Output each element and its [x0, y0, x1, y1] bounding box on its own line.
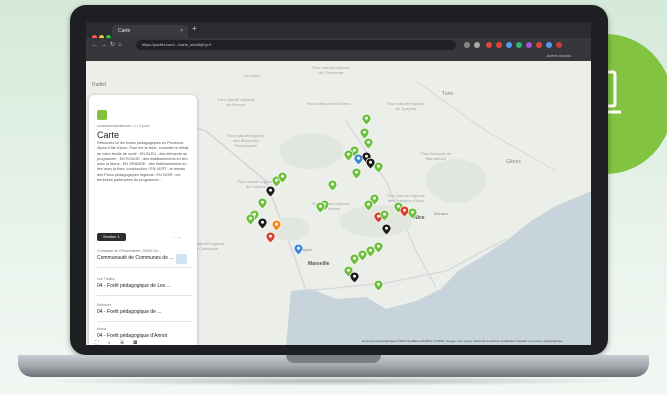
bookmarks-bar: Autres favoris — [86, 52, 591, 61]
map-label-prealpes: Parc naturel régional des Préalpes d'Azu… — [387, 193, 425, 203]
map-pin-icon[interactable] — [352, 168, 361, 179]
map-pin-icon[interactable] — [246, 214, 255, 225]
map-pin-icon[interactable] — [362, 114, 371, 125]
app-name: Padlet — [92, 82, 107, 88]
list-divider — [97, 295, 192, 296]
map-pin-icon[interactable] — [266, 232, 275, 243]
list-item-location: Selonnet — [97, 303, 111, 307]
map-pin-icon[interactable] — [374, 242, 383, 253]
map-pin-icon[interactable] — [258, 198, 267, 209]
browser-tab[interactable]: Carte × — [112, 25, 188, 38]
extension-icon[interactable] — [496, 42, 502, 48]
list-item[interactable]: 4 Impasse de l'Observatoire, 05000 Ga...… — [97, 249, 192, 268]
map-pin-icon[interactable] — [364, 200, 373, 211]
list-item-location: Les Thuiles — [97, 277, 115, 281]
extension-icon[interactable] — [516, 42, 522, 48]
back-icon[interactable]: ← — [92, 42, 101, 48]
extension-icon[interactable] — [506, 42, 512, 48]
map-pin-icon[interactable] — [278, 172, 287, 183]
map-pin-icon[interactable] — [344, 150, 353, 161]
list-divider — [97, 321, 192, 322]
list-divider — [97, 267, 192, 268]
map-label-turin: Turin — [442, 91, 454, 97]
map-label-grenoble: Grenoble — [244, 73, 261, 78]
map-label-mercantour: Parc National du Mercantour — [421, 151, 451, 161]
reload-icon[interactable]: ↻ — [110, 42, 118, 48]
laptop-notch — [286, 355, 381, 363]
map-pin-icon[interactable] — [374, 162, 383, 173]
forward-icon[interactable]: → — [101, 42, 110, 48]
map-pin-icon[interactable] — [294, 244, 303, 255]
map-label-monaco: Monaco — [434, 211, 449, 216]
browser-address-bar: ←→↻⌂ https://padlet.com/.../carte_abs2bj… — [86, 38, 591, 52]
padlet-logo — [97, 110, 107, 120]
new-tab-button[interactable]: + — [192, 24, 197, 33]
map-pin-icon[interactable] — [382, 224, 391, 235]
extension-icon[interactable] — [474, 42, 480, 48]
list-item-title: 04 - Forêt pédagogique d'Annot — [97, 333, 168, 339]
page-description: Retrouvez ici les fiches pédagogiques en… — [97, 141, 189, 183]
panel-toolbar[interactable]: ⛶ ⌕ ⊕ ▦ — [95, 340, 141, 345]
extension-icon[interactable] — [546, 42, 552, 48]
section-actions[interactable]: ⋯ + — [173, 235, 180, 240]
map-label-genes: Gênes — [506, 159, 521, 165]
browser-tab-title: Carte — [118, 28, 131, 34]
map-pin-icon[interactable] — [374, 280, 383, 291]
list-item-location: Annot — [97, 327, 107, 331]
extension-icon[interactable] — [486, 42, 492, 48]
home-icon[interactable]: ⌂ — [118, 42, 125, 48]
list-item[interactable]: Annot 04 - Forêt pédagogique d'Annot — [97, 327, 192, 339]
laptop-screen: Carte × + ←→↻⌂ https://padlet.com/.../ca… — [86, 22, 591, 345]
list-item-thumbnail — [176, 254, 187, 264]
profile-avatar[interactable] — [556, 42, 562, 48]
close-icon[interactable]: × — [180, 25, 183, 38]
url-input[interactable]: https://padlet.com/.../carte_abs2bjf1ynf — [136, 40, 456, 50]
map-label-marseille: Marseille — [308, 261, 330, 267]
list-item-title: 04 - Forêt pédagogique de ... — [97, 309, 162, 315]
breadcrumb[interactable]: communicationterrars • 1 • 3 jours — [97, 124, 149, 128]
section-tag[interactable]: Section 1 — [97, 233, 126, 241]
map-pin-icon[interactable] — [328, 180, 337, 191]
map-label-baronnies: Parc naturel régional des Baronnies Prov… — [227, 133, 265, 148]
list-item[interactable]: Les Thuiles 04 - Forêt pédagogique de Le… — [97, 277, 192, 296]
map-pin-icon[interactable] — [272, 220, 281, 231]
map-pin-icon[interactable] — [350, 272, 359, 283]
map-pin-icon[interactable] — [266, 186, 275, 197]
map-label-queyras: Parc naturel régional du Queyras — [387, 101, 425, 111]
map-pin-icon[interactable] — [364, 138, 373, 149]
extension-icon[interactable] — [464, 42, 470, 48]
map-label-vercors: Parc naturel régional du Vercors — [217, 97, 255, 107]
list-item-title: 04 - Forêt pédagogique de Les ... — [97, 283, 171, 289]
list-item-location: 4 Impasse de l'Observatoire, 05000 Ga... — [97, 249, 161, 253]
map-pin-icon[interactable] — [258, 218, 267, 229]
map-label-ecrins: Parc National des Écrins — [306, 101, 351, 106]
side-panel: communicationterrars • 1 • 3 jours Carte… — [89, 95, 197, 345]
map-attribution[interactable]: Données cartographiques ©2024 GeoBasis-D… — [362, 339, 563, 343]
map-pin-icon[interactable] — [408, 208, 417, 219]
map-label-chartreuse: Parc naturel régional de Chartreuse — [312, 65, 350, 75]
map-pin-icon[interactable] — [380, 210, 389, 221]
browser-tab-bar: Carte × + — [86, 22, 591, 40]
navigation-controls: ←→↻⌂ — [92, 41, 125, 48]
list-item[interactable]: Selonnet 04 - Forêt pédagogique de ... — [97, 303, 192, 322]
extension-icon[interactable] — [536, 42, 542, 48]
laptop-base — [18, 355, 649, 377]
laptop-shadow — [30, 376, 637, 386]
other-bookmarks[interactable]: Autres favoris — [547, 53, 571, 58]
map-pin-icon[interactable] — [316, 202, 325, 213]
extension-icon[interactable] — [526, 42, 532, 48]
page-title: Carte — [97, 130, 120, 140]
